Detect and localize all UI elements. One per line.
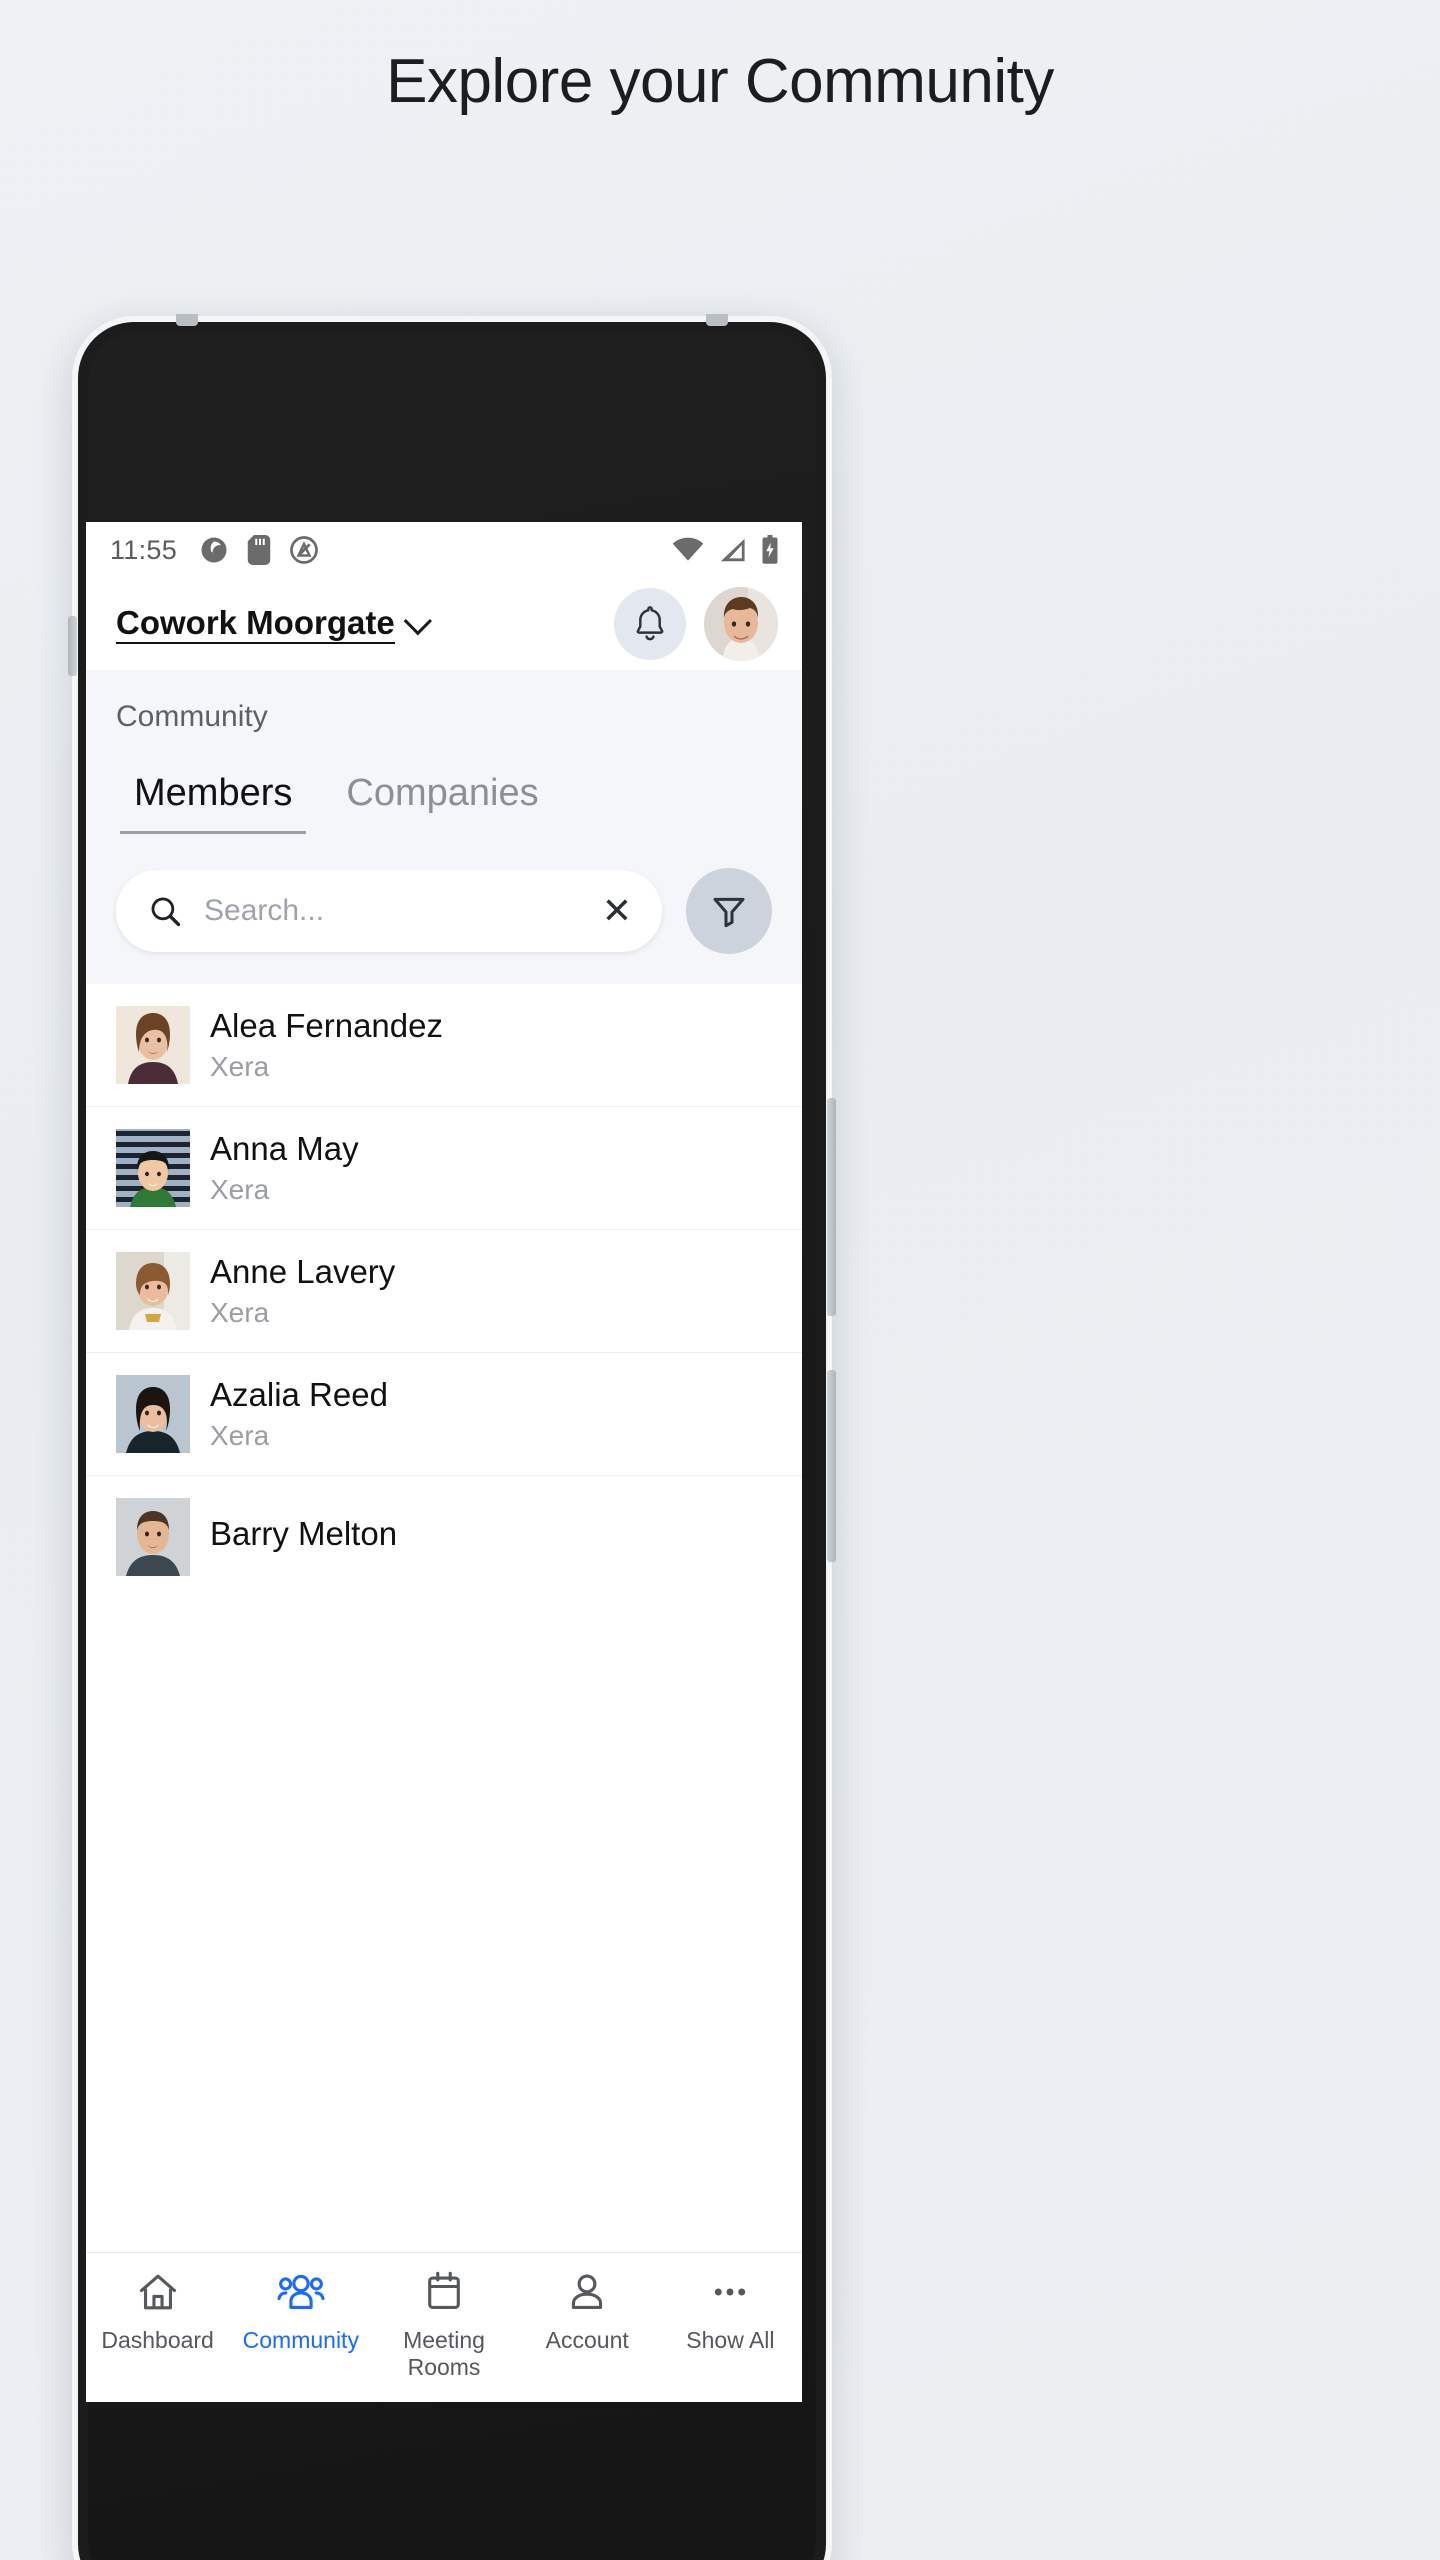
member-name: Anna May xyxy=(210,1130,359,1167)
sync-icon xyxy=(201,537,227,563)
member-photo xyxy=(116,1375,190,1453)
member-avatar-4 xyxy=(116,1498,190,1576)
avatar[interactable] xyxy=(704,587,778,661)
nav-label-account: Account xyxy=(545,2327,629,2353)
app-header: Cowork Moorgate xyxy=(86,578,802,670)
table-row[interactable]: Barry Melton xyxy=(86,1476,802,1598)
member-photo xyxy=(116,1006,190,1084)
member-info: Barry Melton xyxy=(210,1515,397,1559)
calendar-icon xyxy=(422,2269,466,2315)
member-avatar-2 xyxy=(116,1252,190,1330)
member-info: Azalia Reed Xera xyxy=(210,1376,388,1452)
power-button[interactable] xyxy=(827,1370,836,1562)
bell-icon xyxy=(636,606,664,641)
search-input[interactable]: Search... ✕ xyxy=(116,870,662,952)
people-group-icon xyxy=(277,2269,325,2315)
member-company: Xera xyxy=(210,1297,270,1328)
filter-button[interactable] xyxy=(686,868,772,954)
member-photo xyxy=(116,1129,190,1207)
volume-button[interactable] xyxy=(827,1098,836,1316)
sd-card-icon xyxy=(247,535,271,565)
member-info: Alea Fernandez Xera xyxy=(210,1007,443,1083)
phone-device-mockup: 11:55 Cowork Moorgate Community Members … xyxy=(68,314,836,2560)
member-company: Xera xyxy=(210,1051,270,1082)
member-photo xyxy=(116,1498,190,1576)
bottom-navigation: Dashboard Community Meeting Rooms Accoun… xyxy=(86,2252,802,2402)
tab-bar: Members Companies xyxy=(116,772,772,834)
chevron-down-icon xyxy=(403,606,432,635)
nav-item-dashboard[interactable]: Dashboard xyxy=(86,2269,229,2354)
status-right-icons xyxy=(672,535,780,565)
status-left-icons xyxy=(199,535,319,565)
avatar-photo xyxy=(704,587,778,661)
member-avatar-3 xyxy=(116,1375,190,1453)
clear-search-button[interactable]: ✕ xyxy=(592,893,632,929)
member-name: Anne Lavery xyxy=(210,1253,396,1290)
nav-label-show-all: Show All xyxy=(686,2327,775,2353)
nav-item-show-all[interactable]: Show All xyxy=(659,2269,802,2354)
table-row[interactable]: Anne Lavery Xera xyxy=(86,1230,802,1353)
nav-label-dashboard: Dashboard xyxy=(101,2327,214,2353)
filter-funnel-icon xyxy=(713,897,745,928)
device-top-nub-right xyxy=(706,314,728,326)
phone-screen: 11:55 Cowork Moorgate Community Members … xyxy=(86,522,802,2402)
section-title: Community xyxy=(116,700,268,733)
member-avatar-1 xyxy=(116,1129,190,1207)
member-list: Alea Fernandez Xera Anna May Xera Anne L… xyxy=(86,984,802,1598)
member-company: Xera xyxy=(210,1174,270,1205)
community-section-header: Community Members Companies xyxy=(86,670,802,834)
nav-label-meeting-rooms: Meeting Rooms xyxy=(403,2327,485,2381)
wifi-icon xyxy=(672,537,704,561)
org-switcher[interactable]: Cowork Moorgate xyxy=(116,604,432,645)
page-title: Explore your Community xyxy=(386,47,1054,116)
home-icon xyxy=(135,2269,181,2315)
person-icon xyxy=(565,2269,609,2315)
member-name: Azalia Reed xyxy=(210,1376,388,1413)
left-side-button[interactable] xyxy=(68,616,77,676)
ellipsis-icon xyxy=(708,2269,752,2315)
table-row[interactable]: Anna May Xera xyxy=(86,1107,802,1230)
status-time: 11:55 xyxy=(110,534,178,565)
nav-label-community: Community xyxy=(242,2327,359,2353)
member-info: Anne Lavery Xera xyxy=(210,1253,395,1329)
status-bar: 11:55 xyxy=(86,522,802,578)
search-placeholder: Search... xyxy=(204,894,325,927)
member-avatar-0 xyxy=(116,1006,190,1084)
tab-members[interactable]: Members xyxy=(120,772,307,834)
member-info: Anna May Xera xyxy=(210,1130,359,1206)
member-name: Barry Melton xyxy=(210,1515,398,1552)
notifications-button[interactable] xyxy=(614,588,686,660)
tab-companies[interactable]: Companies xyxy=(332,772,552,834)
device-top-nub-left xyxy=(176,314,198,326)
search-row: Search... ✕ xyxy=(86,834,802,984)
member-name: Alea Fernandez xyxy=(210,1007,443,1044)
member-company: Xera xyxy=(210,1420,270,1451)
org-name-label: Cowork Moorgate xyxy=(116,604,395,645)
do-not-disturb-icon xyxy=(290,536,318,564)
header-actions xyxy=(614,587,778,661)
table-row[interactable]: Alea Fernandez Xera xyxy=(86,984,802,1107)
table-row[interactable]: Azalia Reed Xera xyxy=(86,1353,802,1476)
cellular-signal-icon xyxy=(720,538,745,562)
member-photo xyxy=(116,1252,190,1330)
battery-charging-icon xyxy=(762,535,778,564)
nav-item-meeting-rooms[interactable]: Meeting Rooms xyxy=(372,2269,515,2381)
nav-item-account[interactable]: Account xyxy=(516,2269,659,2354)
nav-item-community[interactable]: Community xyxy=(229,2269,372,2354)
search-icon xyxy=(151,897,181,927)
